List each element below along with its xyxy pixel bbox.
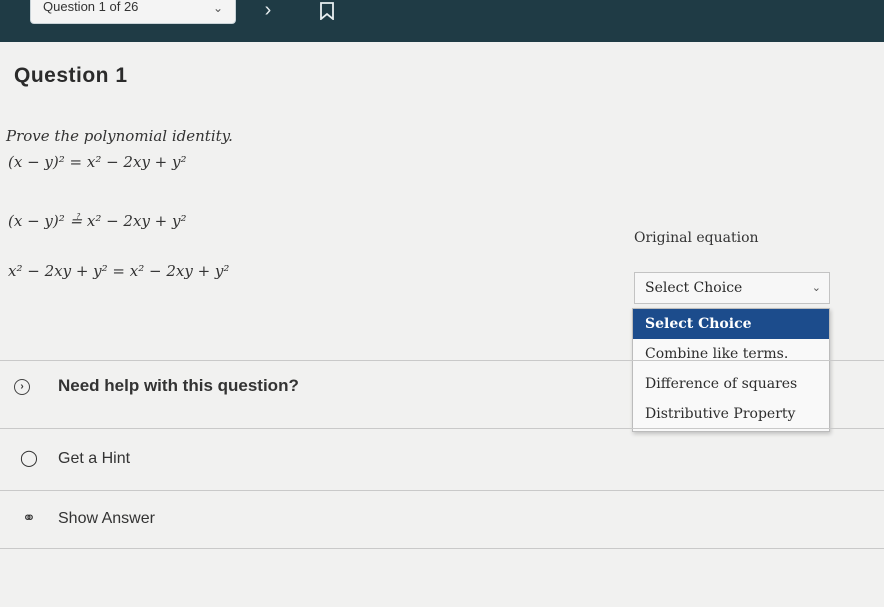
- get-hint-label: Get a Hint: [58, 450, 131, 467]
- help-heading: Need help with this question?: [58, 376, 299, 395]
- next-question-button[interactable]: ›: [258, 0, 278, 22]
- proof-step-1: (x − y)² ≟ x² − 2xy + y²: [8, 212, 187, 230]
- top-navigation-bar: Question 1 of 26 ⌄ ›: [0, 0, 884, 42]
- bookmark-icon[interactable]: [320, 2, 334, 20]
- reason-original-equation: Original equation: [634, 230, 759, 246]
- question-selector-label: Question 1 of 26: [43, 0, 139, 14]
- get-hint-button[interactable]: ◯ Get a Hint: [14, 448, 130, 468]
- question-title: Question 1: [14, 64, 128, 87]
- expand-icon[interactable]: ›: [14, 378, 30, 395]
- glasses-icon: ⚭: [22, 510, 36, 527]
- option-select-choice[interactable]: Select Choice: [633, 309, 829, 339]
- help-section: › Need help with this question?: [14, 376, 299, 396]
- show-answer-label: Show Answer: [58, 510, 155, 527]
- option-difference-of-squares[interactable]: Difference of squares: [633, 369, 829, 399]
- reason-select[interactable]: Select Choice ⌄: [634, 272, 830, 304]
- reason-select-value: Select Choice: [645, 280, 743, 296]
- chevron-down-icon: ⌄: [811, 281, 821, 294]
- option-combine-like-terms[interactable]: Combine like terms.: [633, 339, 829, 369]
- question-prompt: Prove the polynomial identity.: [6, 127, 233, 145]
- divider: [0, 490, 884, 491]
- option-distributive-property[interactable]: Distributive Property: [633, 399, 829, 429]
- reason-options-menu: Select Choice Combine like terms. Differ…: [632, 308, 830, 432]
- divider: [0, 548, 884, 549]
- identity-equation: (x − y)² = x² − 2xy + y²: [8, 153, 187, 171]
- chevron-down-icon: ⌄: [212, 1, 223, 15]
- divider: [0, 360, 884, 361]
- divider: [0, 428, 884, 429]
- show-answer-button[interactable]: ⚭ Show Answer: [14, 508, 155, 528]
- question-selector[interactable]: Question 1 of 26 ⌄: [30, 0, 236, 24]
- proof-step-2: x² − 2xy + y² = x² − 2xy + y²: [8, 262, 230, 280]
- chevron-right-icon: ›: [264, 0, 272, 21]
- lightbulb-icon: ◯: [20, 450, 38, 467]
